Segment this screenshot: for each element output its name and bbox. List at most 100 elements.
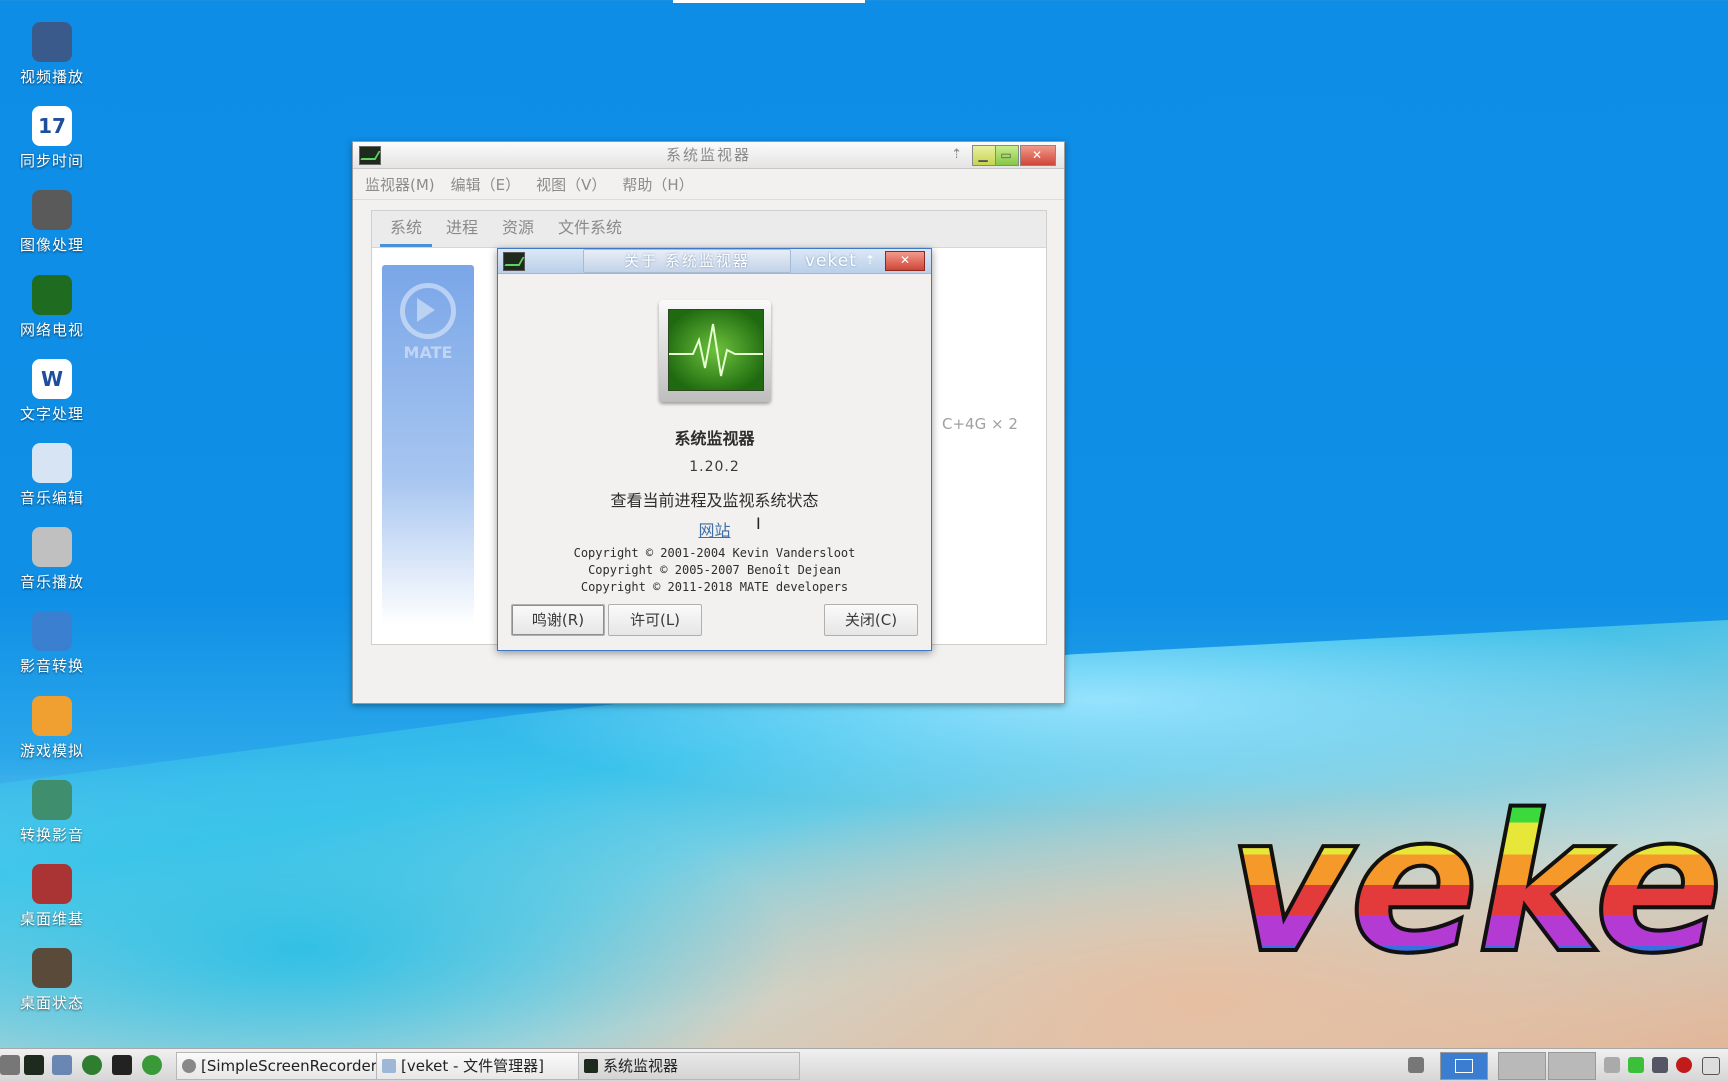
menu-view[interactable]: 视图（V） xyxy=(536,174,606,195)
screenshot-tray-icon[interactable] xyxy=(1408,1057,1424,1073)
desktop-icon-label: 桌面状态 xyxy=(19,994,84,1013)
desktop-status-icon xyxy=(32,948,72,989)
credits-button[interactable]: 鸣谢(R) xyxy=(511,604,605,636)
desktop-icon[interactable]: 游戏模拟 xyxy=(12,695,92,761)
desktop-icon-label: 音乐播放 xyxy=(19,573,84,592)
system-monitor-app-icon xyxy=(503,252,525,271)
desktop-icon-label: 文字处理 xyxy=(19,404,84,423)
copyright-line: Copyright © 2001-2004 Kevin Vandersloot xyxy=(573,546,856,560)
mate-logo-icon: MATE xyxy=(396,283,460,362)
pin-icon[interactable]: ⇡ xyxy=(951,142,964,168)
word-processor-icon: W xyxy=(32,358,72,399)
gimp-icon xyxy=(32,190,72,231)
desktop-icon-label: 同步时间 xyxy=(19,152,84,171)
app-name: 系统监视器 xyxy=(674,429,755,448)
workspace-2[interactable] xyxy=(1498,1052,1546,1080)
task-simplescreenrecorder[interactable]: [SimpleScreenRecorder] xyxy=(176,1052,394,1080)
website-link[interactable]: 网站 xyxy=(498,517,931,541)
keyboard-tray-icon[interactable] xyxy=(1604,1057,1620,1073)
license-button[interactable]: 许可(L) xyxy=(608,604,702,636)
storage-tray-icon[interactable] xyxy=(1628,1057,1644,1073)
desktop-icon[interactable]: 视频播放 xyxy=(12,22,92,87)
play-launcher-icon[interactable] xyxy=(82,1055,102,1075)
desktop-icon[interactable]: 网络电视 xyxy=(12,274,92,340)
desktop-icon-label: 影音转换 xyxy=(19,657,84,676)
tab-resources[interactable]: 资源 xyxy=(492,211,544,247)
play-triangle-icon xyxy=(32,274,72,315)
desktop-icon[interactable]: 影音转换 xyxy=(12,611,92,676)
task-system-monitor[interactable]: 系统监视器 xyxy=(578,1052,800,1080)
copyright-line: Copyright © 2011-2018 MATE developers xyxy=(580,580,849,594)
menu-launcher-icon[interactable] xyxy=(0,1055,20,1075)
dialog-titlebar[interactable]: 关于 系统监视器 veket ⇡ ✕ xyxy=(498,249,931,274)
desktop-icon-label: 网络电视 xyxy=(19,320,84,339)
system-monitor-logo-icon xyxy=(659,300,771,402)
workspace-3[interactable] xyxy=(1548,1052,1596,1080)
recorder-icon xyxy=(182,1059,196,1073)
minimize-button[interactable]: ▁ xyxy=(972,145,996,166)
desktop-icon[interactable]: 17 同步时间 xyxy=(12,106,92,171)
app-description: 查看当前进程及监视系统状态 xyxy=(610,491,819,510)
convert-media-icon xyxy=(32,779,72,820)
system-monitor-launcher-icon[interactable] xyxy=(24,1055,44,1075)
menu-edit[interactable]: 编辑（E） xyxy=(451,174,520,195)
dialog-title-overlay: veket xyxy=(805,251,857,271)
pin-icon[interactable]: ⇡ xyxy=(865,249,875,271)
desktop-icon[interactable]: W 文字处理 xyxy=(12,358,92,424)
tab-bar: 系统 进程 资源 文件系统 xyxy=(372,211,1046,248)
desktop-icon-label: 游戏模拟 xyxy=(19,741,84,760)
tab-filesystems[interactable]: 文件系统 xyxy=(548,211,632,247)
close-dialog-button[interactable]: ✕ xyxy=(885,251,925,271)
desktop-icon[interactable]: 转换影音 xyxy=(12,779,92,845)
maximize-button[interactable]: ▭ xyxy=(995,145,1019,166)
music-editor-icon xyxy=(32,443,72,483)
task-file-manager[interactable]: [veket - 文件管理器] xyxy=(376,1052,600,1080)
record-tray-icon[interactable] xyxy=(1676,1057,1692,1073)
workspace-1[interactable] xyxy=(1440,1052,1488,1080)
desktop-icon-label: 音乐编辑 xyxy=(19,489,84,507)
desktop-icon[interactable]: 图像处理 xyxy=(12,190,92,255)
desktop-icon-label: 转换影音 xyxy=(19,825,84,844)
about-dialog: 关于 系统监视器 veket ⇡ ✕ 系统监视器 1.20.2 查看当前进程及监… xyxy=(497,248,932,651)
app-version: 1.20.2 xyxy=(689,459,740,475)
menu-help[interactable]: 帮助（H） xyxy=(622,174,693,195)
desktop-wiki-icon xyxy=(32,864,72,904)
window-title: 系统监视器 xyxy=(665,146,751,164)
system-tab-side-art: MATE xyxy=(382,265,474,625)
clipboard-tray-icon[interactable] xyxy=(1702,1057,1720,1075)
video-player-icon xyxy=(32,22,72,62)
desktop-icon[interactable]: 桌面状态 xyxy=(12,948,92,1013)
tab-processes[interactable]: 进程 xyxy=(436,211,488,247)
close-window-button[interactable]: ✕ xyxy=(1020,145,1056,166)
task-label: [veket - 文件管理器] xyxy=(401,1057,545,1075)
taskbar: [SimpleScreenRecorder] [veket - 文件管理器] 系… xyxy=(0,1048,1728,1081)
desktop-icon-label: 图像处理 xyxy=(19,236,84,255)
game-emulator-icon xyxy=(32,695,72,736)
network-signal-icon[interactable] xyxy=(1652,1057,1668,1073)
desktop-icon[interactable]: 桌面维基 xyxy=(12,864,92,929)
window-titlebar[interactable]: 系统监视器 ⇡ ▁ ▭ ✕ xyxy=(353,142,1064,169)
text-cursor-icon: I xyxy=(756,514,761,533)
desktop-icon[interactable]: 音乐编辑 xyxy=(12,443,92,508)
desktop-icon[interactable]: 音乐播放 xyxy=(12,527,92,592)
system-monitor-app-icon xyxy=(359,146,381,165)
folder-icon xyxy=(382,1059,396,1073)
desktop-icon-label: 视频播放 xyxy=(19,68,84,86)
system-monitor-icon xyxy=(584,1059,598,1073)
browser-launcher-icon[interactable] xyxy=(142,1055,162,1075)
video-launcher-icon[interactable] xyxy=(52,1055,72,1075)
mate-logo-text: MATE xyxy=(403,343,453,362)
desktop-icon-label: 桌面维基 xyxy=(19,910,84,928)
media-convert-icon xyxy=(32,611,72,652)
dialog-title: 关于 系统监视器 xyxy=(583,249,791,273)
tab-system[interactable]: 系统 xyxy=(380,211,433,247)
memory-info-text: C+4G × 2 xyxy=(942,415,1018,433)
wallpaper-logo: veke xyxy=(1226,774,1725,995)
calendar-icon: 17 xyxy=(32,106,72,147)
menubar: 监视器(M) 编辑（E） 视图（V） 帮助（H） xyxy=(353,169,1064,200)
menu-monitor[interactable]: 监视器(M) xyxy=(365,174,435,195)
top-edge-indicator xyxy=(673,0,865,3)
terminal-launcher-icon[interactable] xyxy=(112,1055,132,1075)
close-button[interactable]: 关闭(C) xyxy=(824,604,918,636)
task-label: [SimpleScreenRecorder] xyxy=(201,1057,383,1075)
